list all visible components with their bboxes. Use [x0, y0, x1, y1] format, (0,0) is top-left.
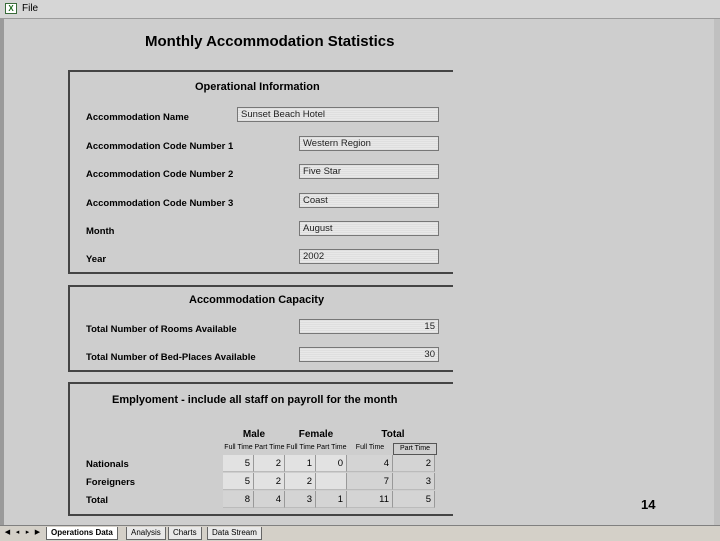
rooms-label: Total Number of Rooms Available [86, 324, 237, 335]
menu-file[interactable]: File [22, 3, 38, 14]
code-3-label: Accommodation Code Number 3 [86, 198, 234, 209]
female-header: Female [298, 429, 334, 440]
capacity-section: Accommodation Capacity Total Number of R… [68, 285, 453, 372]
title-bar: X File [0, 0, 720, 19]
rooms-field[interactable]: 15 [299, 319, 439, 334]
tab-data-stream[interactable]: Data Stream [207, 527, 262, 540]
tab-charts[interactable]: Charts [168, 527, 202, 540]
total-male-pt[interactable]: 4 [254, 491, 285, 508]
bed-places-label: Total Number of Bed-Places Available [86, 352, 256, 363]
total-total-ft[interactable]: 11 [347, 491, 393, 508]
page-title: Monthly Accommodation Statistics [145, 33, 395, 50]
total-fulltime-header: Full Time [355, 444, 385, 451]
page-number: 14 [641, 497, 656, 512]
employment-section: Emplyoment - include all staff on payrol… [68, 382, 453, 516]
code-1-field[interactable]: Western Region [299, 136, 439, 151]
accommodation-name-field[interactable]: Sunset Beach Hotel [237, 107, 439, 122]
foreigners-female-pt[interactable] [316, 473, 347, 490]
sheet-tab-bar: ◀ ◂ ▸ ▶ Operations Data Analysis Charts … [0, 525, 720, 541]
total-female-ft[interactable]: 3 [285, 491, 316, 508]
foreigners-female-ft[interactable]: 2 [285, 473, 316, 490]
month-field[interactable]: August [299, 221, 439, 236]
year-label: Year [86, 254, 107, 265]
prev-sheet-icon[interactable]: ◂ [13, 528, 22, 538]
tab-analysis[interactable]: Analysis [126, 527, 166, 540]
nationals-label: Nationals [86, 459, 129, 470]
nationals-female-pt[interactable]: 0 [316, 455, 347, 472]
last-sheet-icon[interactable]: ▶ [33, 528, 42, 538]
female-fulltime-header: Full Time [286, 444, 315, 451]
excel-app-icon[interactable]: X [5, 3, 17, 14]
nationals-total-pt[interactable]: 2 [393, 455, 435, 472]
foreigners-total-ft[interactable]: 7 [347, 473, 393, 490]
operational-title: Operational Information [195, 81, 320, 93]
foreigners-label: Foreigners [86, 477, 136, 488]
total-total-pt[interactable]: 5 [393, 491, 435, 508]
total-parttime-header[interactable]: Part Time [393, 443, 437, 455]
code-3-field[interactable]: Coast [299, 193, 439, 208]
nationals-total-ft[interactable]: 4 [347, 455, 393, 472]
employment-title: Emplyoment - include all staff on payrol… [112, 394, 398, 406]
capacity-title: Accommodation Capacity [189, 294, 325, 306]
female-parttime-header: Part Time [316, 444, 347, 451]
bed-places-field[interactable]: 30 [299, 347, 439, 362]
total-header: Total [381, 429, 405, 440]
male-parttime-header: Part Time [254, 444, 285, 451]
vertical-scrollbar[interactable] [714, 19, 720, 525]
foreigners-male-ft[interactable]: 5 [223, 473, 254, 490]
total-male-ft[interactable]: 8 [223, 491, 254, 508]
code-1-label: Accommodation Code Number 1 [86, 141, 234, 152]
total-female-pt[interactable]: 1 [316, 491, 347, 508]
code-2-field[interactable]: Five Star [299, 164, 439, 179]
foreigners-total-pt[interactable]: 3 [393, 473, 435, 490]
month-label: Month [86, 226, 115, 237]
nationals-female-ft[interactable]: 1 [285, 455, 316, 472]
next-sheet-icon[interactable]: ▸ [23, 528, 32, 538]
nationals-male-pt[interactable]: 2 [254, 455, 285, 472]
year-field[interactable]: 2002 [299, 249, 439, 264]
male-fulltime-header: Full Time [224, 444, 253, 451]
tab-operations-data[interactable]: Operations Data [46, 527, 118, 540]
total-row-label: Total [86, 495, 108, 506]
accommodation-name-label: Accommodation Name [86, 112, 189, 123]
nationals-male-ft[interactable]: 5 [223, 455, 254, 472]
operational-section: Operational Information Accommodation Na… [68, 70, 453, 274]
first-sheet-icon[interactable]: ◀ [3, 528, 12, 538]
foreigners-male-pt[interactable]: 2 [254, 473, 285, 490]
code-2-label: Accommodation Code Number 2 [86, 169, 234, 180]
male-header: Male [242, 429, 266, 440]
